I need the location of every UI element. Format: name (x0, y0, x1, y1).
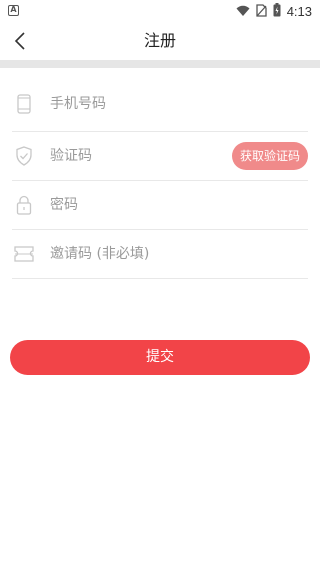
no-sim-icon (256, 2, 267, 21)
shield-icon (14, 146, 34, 166)
get-code-button[interactable]: 获取验证码 (231, 142, 308, 170)
clock-time: 4:13 (286, 3, 312, 19)
password-row (12, 181, 308, 230)
wifi-icon (236, 2, 250, 21)
header-divider (0, 60, 320, 68)
status-icons: 4:13 (236, 0, 312, 22)
register-form: 获取验证码 (0, 68, 320, 279)
code-row: 获取验证码 (12, 132, 308, 181)
status-bar: A 4:13 (0, 0, 320, 22)
chevron-left-icon (14, 32, 25, 50)
password-input[interactable] (50, 190, 308, 220)
phone-input[interactable] (50, 88, 308, 119)
invite-code-input[interactable] (50, 239, 308, 269)
notification-app-icon: A (8, 5, 19, 16)
verification-code-input[interactable] (50, 141, 232, 171)
battery-charging-icon (273, 2, 281, 21)
page-title: 注册 (143, 31, 176, 50)
ticket-icon (14, 244, 34, 264)
phone-icon (14, 93, 34, 114)
app-header: 注册 (0, 22, 320, 60)
invite-row (12, 230, 308, 279)
phone-row (12, 68, 308, 132)
lock-icon (14, 195, 34, 215)
submit-button[interactable]: 提交 (10, 340, 310, 375)
back-button[interactable] (6, 26, 34, 56)
